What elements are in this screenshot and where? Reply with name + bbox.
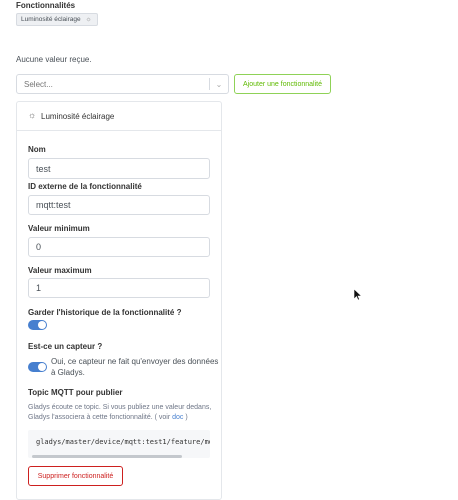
keep-history-label: Garder l'historique de la fonctionnalité… bbox=[28, 308, 182, 317]
name-value: test bbox=[36, 163, 51, 174]
min-value: 0 bbox=[36, 242, 42, 252]
feature-tag[interactable]: Luminosité éclairage ☼ bbox=[16, 13, 98, 26]
mqtt-help: Gladys écoute ce topic. Si vous publiez … bbox=[28, 403, 216, 423]
mqtt-topic: gladys/master/device/mqtt:test1/feature/… bbox=[36, 438, 210, 446]
mqtt-topic-code: gladys/master/device/mqtt:test1/feature/… bbox=[28, 430, 210, 458]
feature-select[interactable]: Select... ⌄ bbox=[16, 74, 229, 94]
features-title: Fonctionnalités bbox=[16, 1, 76, 10]
max-label: Valeur maximum bbox=[28, 266, 92, 275]
mqtt-help-text: Gladys écoute ce topic. Si vous publiez … bbox=[28, 404, 212, 421]
min-label: Valeur minimum bbox=[28, 224, 90, 233]
sun-icon: ☼ bbox=[85, 16, 92, 23]
feature-tag-label: Luminosité éclairage bbox=[21, 16, 81, 23]
card-title: Luminosité éclairage bbox=[41, 112, 115, 121]
max-value: 1 bbox=[36, 283, 42, 293]
card-header: ☼ Luminosité éclairage bbox=[17, 102, 221, 131]
add-feature-button[interactable]: Ajouter une fonctionnalité bbox=[234, 74, 331, 94]
chevron-down-icon[interactable]: ⌄ bbox=[210, 80, 228, 89]
external-id-label: ID externe de la fonctionnalité bbox=[28, 182, 142, 191]
keep-history-toggle[interactable] bbox=[28, 320, 47, 330]
select-placeholder: Select... bbox=[24, 79, 53, 89]
external-id-input[interactable]: mqtt:test bbox=[28, 195, 210, 215]
code-scrollbar[interactable] bbox=[32, 455, 182, 458]
delete-feature-button[interactable]: Supprimer fonctionnalité bbox=[28, 466, 123, 486]
mqtt-help-end: ) bbox=[185, 414, 188, 421]
sun-icon: ☼ bbox=[28, 110, 37, 120]
sensor-label: Est-ce un capteur ? bbox=[28, 342, 103, 351]
mqtt-label: Topic MQTT pour publier bbox=[28, 388, 123, 397]
sensor-toggle[interactable] bbox=[28, 362, 47, 372]
max-input[interactable]: 1 bbox=[28, 278, 210, 298]
min-input[interactable]: 0 bbox=[28, 237, 210, 257]
sensor-description: Oui, ce capteur ne fait qu'envoyer des d… bbox=[51, 357, 219, 377]
mouse-cursor-icon bbox=[354, 289, 362, 301]
external-id-value: mqtt:test bbox=[36, 200, 71, 210]
no-value-text: Aucune valeur reçue. bbox=[16, 55, 92, 64]
name-input[interactable]: test bbox=[28, 158, 210, 179]
name-label: Nom bbox=[28, 145, 46, 154]
doc-link[interactable]: doc bbox=[172, 414, 183, 421]
